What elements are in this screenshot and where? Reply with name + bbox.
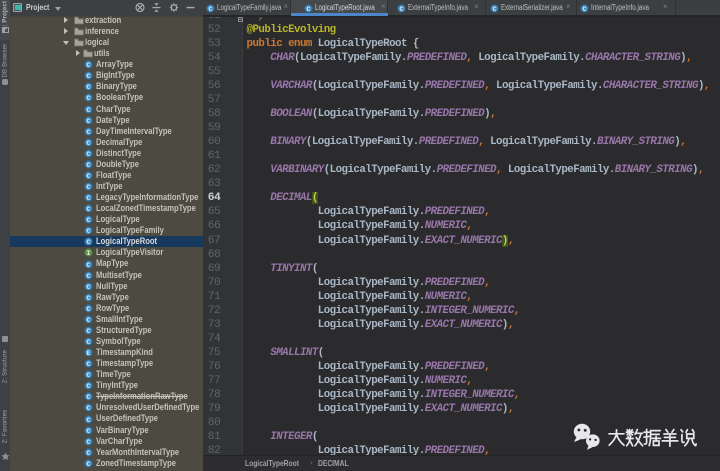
svg-text:C: C bbox=[86, 372, 90, 379]
svg-text:C: C bbox=[86, 151, 90, 158]
svg-text:C: C bbox=[86, 328, 90, 335]
svg-text:C: C bbox=[86, 461, 90, 468]
svg-text:C: C bbox=[86, 62, 90, 69]
svg-text:C: C bbox=[86, 261, 90, 268]
svg-text:C: C bbox=[86, 317, 90, 324]
svg-text:C: C bbox=[86, 217, 90, 224]
svg-text:C: C bbox=[86, 295, 90, 302]
svg-text:C: C bbox=[86, 106, 90, 113]
svg-text:C: C bbox=[493, 5, 497, 12]
svg-text:C: C bbox=[86, 405, 90, 412]
svg-text:C: C bbox=[86, 117, 90, 124]
svg-text:E: E bbox=[86, 350, 90, 357]
svg-text:C: C bbox=[583, 5, 587, 12]
svg-text:C: C bbox=[86, 128, 90, 135]
svg-text:C: C bbox=[86, 184, 90, 191]
svg-text:C: C bbox=[86, 272, 90, 279]
svg-text:C: C bbox=[86, 438, 90, 445]
svg-text:I: I bbox=[86, 250, 90, 257]
svg-text:C: C bbox=[306, 5, 310, 12]
svg-text:C: C bbox=[86, 283, 90, 290]
svg-text:C: C bbox=[86, 206, 90, 213]
svg-text:C: C bbox=[86, 394, 90, 401]
svg-text:C: C bbox=[86, 306, 90, 313]
svg-text:C: C bbox=[86, 84, 90, 91]
svg-text:C: C bbox=[399, 5, 403, 12]
svg-text:C: C bbox=[86, 339, 90, 346]
svg-text:C: C bbox=[86, 195, 90, 202]
svg-text:C: C bbox=[86, 140, 90, 147]
svg-text:C: C bbox=[86, 450, 90, 457]
svg-text:C: C bbox=[86, 228, 90, 235]
svg-text:C: C bbox=[86, 73, 90, 80]
svg-text:C: C bbox=[86, 416, 90, 423]
svg-text:C: C bbox=[86, 95, 90, 102]
svg-text:C: C bbox=[86, 173, 90, 180]
svg-text:C: C bbox=[86, 427, 90, 434]
svg-text:C: C bbox=[86, 361, 90, 368]
svg-text:C: C bbox=[208, 5, 212, 12]
svg-text:C: C bbox=[86, 383, 90, 390]
svg-text:C: C bbox=[86, 239, 90, 246]
svg-text:C: C bbox=[86, 162, 90, 169]
